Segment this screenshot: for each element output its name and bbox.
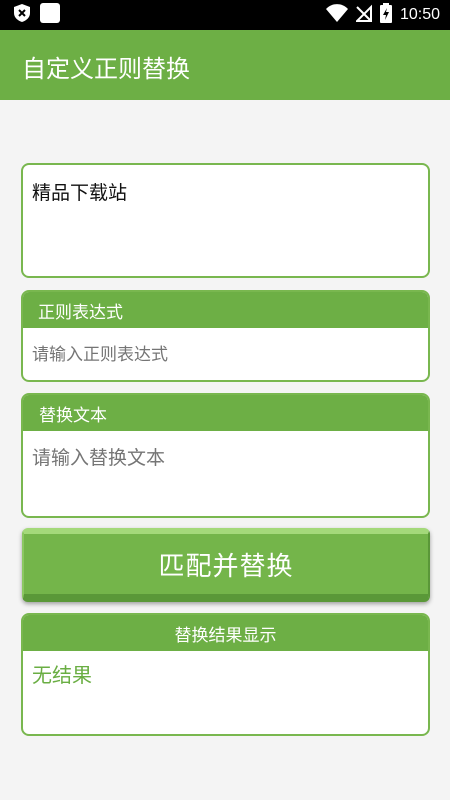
source-text-box[interactable]: 精品下载站 [21,163,430,278]
regex-input[interactable] [32,345,412,365]
status-bar: 10:50 [0,0,450,30]
shield-close-icon [14,4,30,26]
app-square-icon [40,3,60,27]
replacement-card: 替换文本 [21,393,430,518]
regex-header: 正则表达式 [23,292,428,328]
match-and-replace-button[interactable]: 匹配并替换 [22,528,430,602]
result-text: 无结果 [32,663,92,687]
app-bar: 自定义正则替换 [0,30,450,100]
replacement-input[interactable] [32,443,417,503]
result-header: 替换结果显示 [23,615,428,651]
no-signal-icon [354,4,372,26]
status-time: 10:50 [399,6,440,23]
result-card: 替换结果显示 无结果 [21,613,430,736]
status-right: 10:50 [325,3,440,27]
status-left [14,3,60,27]
source-text[interactable]: 精品下载站 [32,178,127,205]
replacement-header: 替换文本 [23,395,428,431]
battery-charging-icon [379,3,392,27]
wifi-icon [325,4,348,26]
regex-card: 正则表达式 [21,290,430,382]
page-title: 自定义正则替换 [22,55,190,83]
